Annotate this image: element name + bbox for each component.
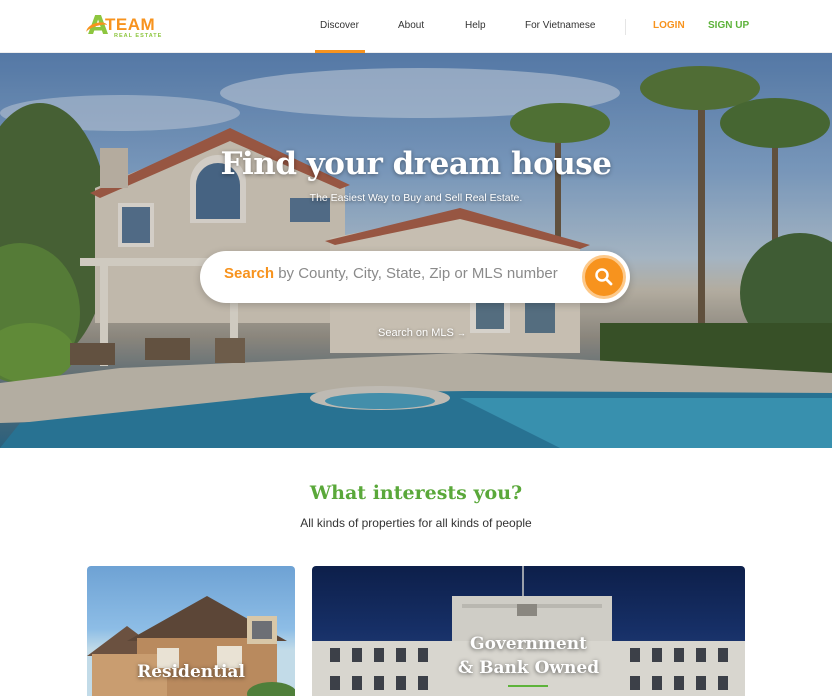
logo-word: TEAM — [105, 15, 156, 34]
category-card-government-bank-owned[interactable]: Government & Bank Owned — [312, 566, 745, 696]
search-on-mls-link[interactable]: Search on MLS → — [378, 327, 466, 339]
interests-title: What interests you? — [309, 482, 523, 504]
search-bar[interactable]: Search by County, City, State, Zip or ML… — [200, 251, 630, 303]
card-accent-line — [508, 685, 548, 687]
nav-divider — [625, 19, 626, 35]
login-link[interactable]: LOGIN — [653, 20, 685, 31]
government-label-line2: & Bank Owned — [457, 658, 600, 678]
nav-help[interactable]: Help — [465, 20, 486, 31]
nav-for-vietnamese[interactable]: For Vietnamese — [525, 20, 595, 31]
government-label-line1: Government — [470, 634, 587, 654]
residential-label: Residential — [137, 662, 245, 682]
search-prefix-label: Search — [224, 265, 275, 282]
government-bank-owned-label: Government & Bank Owned — [312, 632, 745, 680]
mls-link-label: Search on MLS — [378, 327, 454, 339]
signup-link[interactable]: SIGN UP — [708, 20, 749, 31]
hero-title: Find your dream house — [220, 146, 613, 182]
arrow-right-icon: → — [456, 328, 466, 338]
hero-subtitle: The Easiest Way to Buy and Sell Real Est… — [309, 192, 523, 204]
logo-subtitle: REAL ESTATE — [114, 33, 163, 39]
search-input[interactable]: Search by County, City, State, Zip or ML… — [224, 265, 574, 289]
nav-about[interactable]: About — [398, 20, 424, 31]
site-header: A TEAM REAL ESTATE Discover About Help F… — [0, 0, 832, 53]
hero-banner: Find your dream house The Easiest Way to… — [0, 53, 832, 448]
search-icon — [595, 268, 613, 286]
category-card-residential[interactable]: Residential — [87, 566, 295, 696]
search-button[interactable] — [582, 255, 626, 299]
ateam-logo[interactable]: A TEAM REAL ESTATE — [84, 12, 168, 41]
search-placeholder: by County, City, State, Zip or MLS numbe… — [278, 265, 558, 282]
interests-subtitle: All kinds of properties for all kinds of… — [300, 516, 532, 530]
nav-discover[interactable]: Discover — [320, 20, 359, 31]
